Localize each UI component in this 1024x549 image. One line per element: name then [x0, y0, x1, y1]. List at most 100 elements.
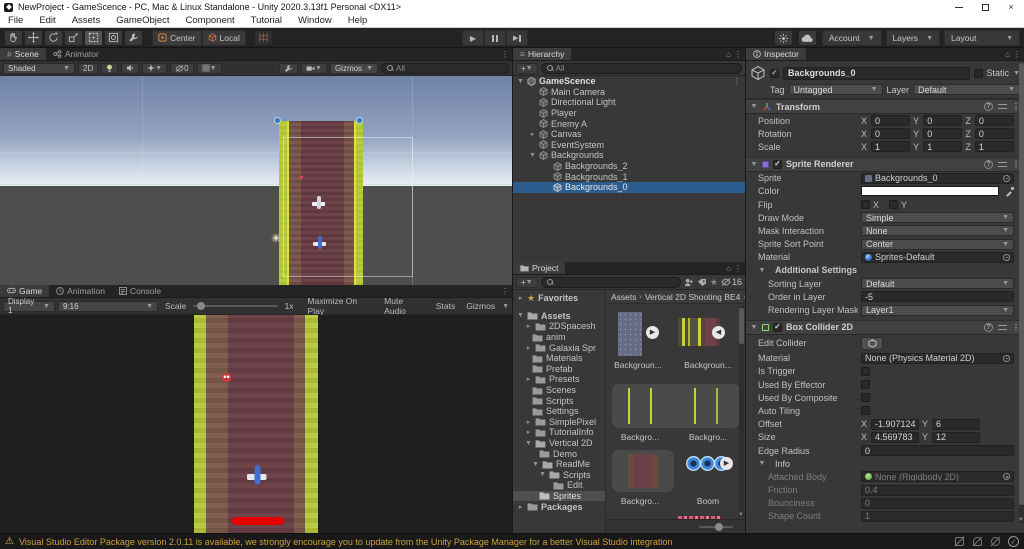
scene-camera-dropdown[interactable]: ▼ — [301, 62, 327, 74]
asset-label[interactable]: Backgroun... — [606, 360, 670, 370]
scale-slider[interactable] — [193, 302, 278, 310]
scene-tools-button[interactable] — [279, 62, 298, 74]
pane-splitter[interactable] — [745, 48, 746, 533]
folder-sprites[interactable]: Sprites — [513, 490, 605, 502]
asset-thumbnail-backgrounds-sheet[interactable] — [618, 312, 642, 356]
2d-toggle-button[interactable]: 2D — [78, 62, 99, 74]
edge-radius-field[interactable]: 0 — [861, 445, 1014, 457]
tab-project[interactable]: Project — [513, 262, 566, 274]
position-x-field[interactable]: 0 — [871, 115, 911, 127]
foldout-icon[interactable]: ▼ — [750, 324, 758, 331]
foldout-icon[interactable]: ▸ — [525, 428, 532, 436]
light-gizmo-icon[interactable]: ☀ — [271, 234, 281, 245]
boom-sprite[interactable] — [700, 456, 715, 471]
search-by-type-icon[interactable] — [684, 278, 694, 287]
pane-splitter[interactable] — [512, 48, 513, 533]
presets-icon[interactable] — [998, 161, 1007, 168]
scroll-down-icon[interactable]: ▼ — [738, 512, 744, 518]
space-mode-button[interactable]: Local — [201, 29, 246, 46]
folder-tutorialinfo[interactable]: ▸ TutorialInfo — [513, 427, 605, 438]
pane-menu-icon[interactable]: ⋮ — [501, 50, 509, 59]
folder-presets[interactable]: ▸ Presets — [513, 374, 605, 385]
rect-handle[interactable] — [356, 117, 363, 124]
offset-x-field[interactable]: -1.907124 — [871, 418, 920, 430]
order-in-layer-field[interactable]: -5 — [861, 291, 1014, 303]
scroll-down-icon[interactable]: ▼ — [1018, 517, 1024, 523]
scene-grid-dropdown[interactable]: ▼ — [196, 62, 222, 74]
display-dropdown[interactable]: Display 1 ▼ — [3, 297, 55, 315]
foldout-icon[interactable]: ▼ — [532, 461, 539, 468]
flip-y-checkbox[interactable] — [889, 200, 899, 210]
hierarchy-item-player[interactable]: Player — [513, 108, 745, 119]
rotation-z-field[interactable]: 0 — [974, 128, 1014, 140]
is-trigger-checkbox[interactable] — [861, 366, 870, 376]
pause-button[interactable] — [484, 30, 506, 46]
foldout-icon[interactable]: ▼ — [517, 312, 524, 319]
hierarchy-item-enemy-a[interactable]: Enemy A — [513, 118, 745, 129]
foldout-icon[interactable]: ▼ — [758, 267, 766, 274]
lock-icon[interactable]: ⌂ — [1005, 50, 1010, 59]
size-y-field[interactable]: 12 — [932, 431, 981, 443]
used-by-effector-checkbox[interactable] — [861, 380, 870, 390]
foldout-icon[interactable]: ▼ — [750, 161, 758, 168]
folder-assets[interactable]: ▼ Assets — [513, 311, 605, 322]
folder-2dspaceship[interactable]: ▸ 2DSpacesh — [513, 321, 605, 332]
scene-visibility-button[interactable]: 0 — [170, 62, 194, 74]
scale-slider-knob[interactable] — [197, 302, 206, 310]
hierarchy-item-directional-light[interactable]: Directional Light — [513, 97, 745, 108]
foldout-icon[interactable]: ▸ — [525, 418, 532, 426]
rendering-layer-mask-dropdown[interactable]: Layer1 ▼ — [861, 304, 1014, 316]
step-button[interactable]: ▶ — [506, 30, 528, 46]
scene-gizmos-dropdown[interactable]: Gizmos ▼ — [329, 62, 378, 74]
account-dropdown[interactable]: Account ▼ — [821, 30, 882, 46]
foldout-icon[interactable]: ▸ — [529, 130, 536, 138]
maximize-on-play-button[interactable]: Maximize On Play — [304, 296, 378, 316]
material-object-field[interactable]: Sprites-Default — [861, 251, 1014, 263]
folder-readme[interactable]: ▼ ReadMe — [513, 459, 605, 470]
game-gizmos-dropdown[interactable]: Gizmos — [462, 301, 499, 311]
progress-idle-icon[interactable]: ✓ — [1008, 536, 1019, 547]
play-button[interactable]: ▶ — [462, 30, 484, 46]
folder-editor[interactable]: Edit — [513, 480, 605, 491]
box-collider-header[interactable]: ▼ ✓ Box Collider 2D ? ⋮ — [746, 319, 1024, 335]
tab-animation[interactable]: Animation — [49, 285, 112, 297]
info-foldout-row[interactable]: ▼ Info — [746, 457, 1024, 470]
folder-simplepixel[interactable]: ▸ SimplePixel — [513, 417, 605, 428]
tab-hierarchy[interactable]: ≡ Hierarchy — [513, 48, 572, 60]
shading-mode-dropdown[interactable]: Shaded ▼ — [3, 62, 75, 74]
layout-dropdown[interactable]: Layout ▼ — [944, 30, 1020, 46]
tab-console[interactable]: Console — [112, 285, 168, 297]
color-swatch[interactable] — [861, 186, 999, 197]
boom-sprite[interactable] — [686, 456, 701, 471]
thumbnail-size-knob[interactable] — [715, 523, 723, 531]
cloud-button[interactable] — [797, 30, 817, 46]
folder-packages[interactable]: ▸ Packages — [513, 501, 605, 512]
folder-settings[interactable]: Settings — [513, 406, 605, 417]
position-z-field[interactable]: 0 — [974, 115, 1014, 127]
breadcrumb-assets[interactable]: Assets — [611, 292, 637, 302]
menu-edit[interactable]: Edit — [31, 15, 63, 26]
stats-button[interactable]: Stats — [432, 301, 459, 311]
presets-icon[interactable] — [998, 103, 1007, 110]
menu-assets[interactable]: Assets — [64, 15, 109, 26]
rotate-tool-button[interactable] — [44, 29, 63, 46]
foldout-icon[interactable]: ▼ — [525, 440, 532, 447]
menu-tutorial[interactable]: Tutorial — [243, 15, 290, 26]
layer-dropdown[interactable]: Default ▼ — [913, 84, 1020, 95]
close-button[interactable]: × — [998, 0, 1024, 14]
scale-y-field[interactable]: 1 — [923, 141, 963, 153]
custom-tools-button[interactable] — [124, 29, 143, 46]
rotation-y-field[interactable]: 0 — [923, 128, 963, 140]
status-bar[interactable]: ⚠ Visual Studio Editor Package version 2… — [0, 533, 1024, 549]
minimize-button[interactable] — [946, 0, 972, 14]
pane-menu-icon[interactable]: ⋮ — [1013, 50, 1021, 59]
hierarchy-item-backgrounds-1[interactable]: Backgrounds_1 — [513, 171, 745, 182]
foldout-icon[interactable]: ▼ — [758, 460, 766, 467]
menu-gameobject[interactable]: GameObject — [108, 15, 177, 26]
thumbnail-size-slider[interactable] — [699, 523, 733, 531]
folder-demo[interactable]: Demo — [513, 448, 605, 459]
menu-component[interactable]: Component — [178, 15, 243, 26]
sprite-renderer-header[interactable]: ▼ ✓ Sprite Renderer ? ⋮ — [746, 156, 1024, 172]
hierarchy-scene-row[interactable]: ▼ GameScence ⋮ — [513, 76, 745, 87]
foldout-icon[interactable]: ▸ — [525, 375, 532, 383]
